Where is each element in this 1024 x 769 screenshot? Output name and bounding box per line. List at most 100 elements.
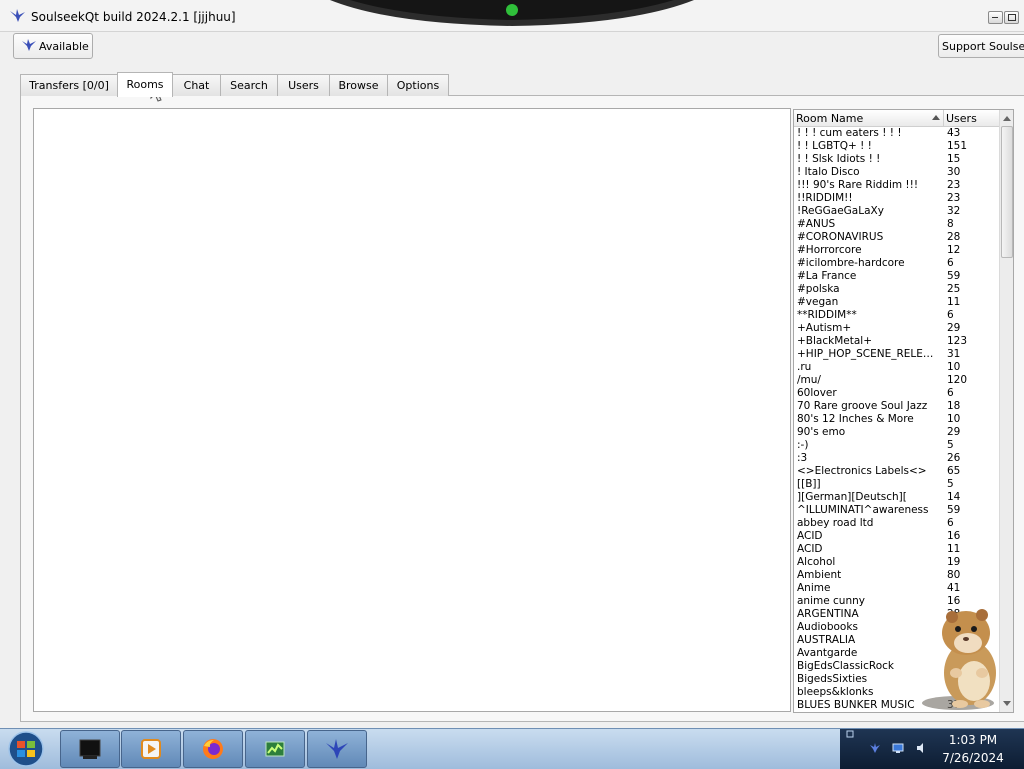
room-row[interactable]: +HIP_HOP_SCENE_RELEAS... 31 — [794, 348, 999, 361]
room-row[interactable]: 60lover 6 — [794, 387, 999, 400]
tab-transfers[interactable]: Transfers [0/0] — [20, 74, 118, 96]
room-row[interactable]: ^ILLUMINATI^awareness 59 — [794, 504, 999, 517]
taskbar-app-soulseek[interactable] — [307, 730, 367, 768]
room-name-cell: <>Electronics Labels<> — [797, 465, 927, 477]
hamster-desktop-pet-icon — [922, 609, 996, 710]
room-name-cell: 60lover — [797, 387, 837, 399]
room-users-cell: 5 — [947, 439, 954, 451]
tab-users[interactable]: Users — [277, 74, 330, 96]
room-row[interactable]: #ANUS 8 — [794, 218, 999, 231]
room-row[interactable]: #polska 25 — [794, 283, 999, 296]
taskbar-app-firefox[interactable] — [183, 730, 243, 768]
room-row[interactable]: 80's 12 Inches & More 10 — [794, 413, 999, 426]
room-users-cell: 23 — [947, 179, 961, 191]
room-name-cell: :3 — [797, 452, 808, 464]
room-row[interactable]: ][German][Deutsch][14 — [794, 491, 999, 504]
volume-icon[interactable] — [916, 742, 928, 754]
room-row[interactable]: <>Electronics Labels<> 65 — [794, 465, 999, 478]
room-row[interactable]: !ReGGaeGaLaXy 32 — [794, 205, 999, 218]
tab-options[interactable]: Options — [387, 74, 449, 96]
start-button-icon[interactable] — [5, 730, 47, 768]
room-row[interactable]: :-) 5 — [794, 439, 999, 452]
room-row[interactable]: #La France 59 — [794, 270, 999, 283]
support-soulseek-button[interactable]: Support Soulseek — [938, 34, 1024, 58]
room-users-cell: 80 — [947, 569, 961, 581]
room-row[interactable]: 90's emo 29 — [794, 426, 999, 439]
room-row[interactable]: #vegan 11 — [794, 296, 999, 309]
tab-chat[interactable]: Chat — [172, 74, 221, 96]
taskbar-app-media-player[interactable] — [121, 730, 181, 768]
clock-date[interactable]: 7/26/2024 — [930, 751, 1016, 765]
room-users-cell: 16 — [947, 530, 961, 542]
room-name-cell: ! Italo Disco — [797, 166, 860, 178]
room-row[interactable]: ! ! LGBTQ+ ! ! 151 — [794, 140, 999, 153]
room-users-cell: 18 — [947, 400, 961, 412]
room-name-cell: #polska — [797, 283, 840, 295]
room-row[interactable]: #Horrorcore 12 — [794, 244, 999, 257]
room-chat-area[interactable] — [33, 108, 791, 712]
room-row[interactable]: [[B]] 5 — [794, 478, 999, 491]
tab-rooms[interactable]: Rooms — [117, 72, 173, 97]
room-row[interactable]: abbey road ltd 6 — [794, 517, 999, 530]
room-row[interactable]: +BlackMetal+ 123 — [794, 335, 999, 348]
tab-browse[interactable]: Browse — [329, 74, 388, 96]
room-row[interactable]: !!RIDDIM!! 23 — [794, 192, 999, 205]
status-label: Available — [39, 40, 89, 53]
room-row[interactable]: **RIDDIM** 6 — [794, 309, 999, 322]
room-row[interactable]: .ru 10 — [794, 361, 999, 374]
network-icon[interactable] — [892, 742, 904, 754]
room-users-cell: 11 — [947, 543, 961, 555]
room-row[interactable]: 70 Rare groove Soul Jazz 18 — [794, 400, 999, 413]
tray-app-icon[interactable] — [869, 742, 881, 754]
tab-search[interactable]: Search — [220, 74, 278, 96]
room-users-cell: 6 — [947, 257, 954, 269]
room-users-cell: 29 — [947, 426, 961, 438]
room-row[interactable]: Ambient 80 — [794, 569, 999, 582]
room-row[interactable]: Alcohol 19 — [794, 556, 999, 569]
maximize-button[interactable] — [1004, 11, 1019, 24]
room-users-cell: 65 — [947, 465, 961, 477]
room-name-cell: !ReGGaeGaLaXy — [797, 205, 884, 217]
column-header-room-name[interactable]: Room Name — [794, 110, 944, 126]
room-row[interactable]: Anime 41 — [794, 582, 999, 595]
room-row[interactable]: +Autism+ 29 — [794, 322, 999, 335]
taskbar-app-task-manager[interactable] — [245, 730, 305, 768]
room-name-cell: /mu/ — [797, 374, 821, 386]
room-row[interactable]: !!! 90's Rare Riddim !!! 23 — [794, 179, 999, 192]
clock-time[interactable]: 1:03 PM — [930, 733, 1016, 747]
firefox-icon — [203, 739, 223, 759]
room-users-cell: 28 — [947, 231, 961, 243]
minimize-button[interactable] — [988, 11, 1003, 24]
media-player-icon — [141, 739, 161, 759]
room-users-cell: 26 — [947, 452, 961, 464]
room-row[interactable]: ACID 16 — [794, 530, 999, 543]
status-button[interactable]: Available — [13, 33, 93, 59]
room-row[interactable]: ACID 11 — [794, 543, 999, 556]
room-row[interactable]: ! ! Slsk Idiots ! ! 15 — [794, 153, 999, 166]
room-row[interactable]: ! Italo Disco 30 — [794, 166, 999, 179]
room-name-cell: #CORONAVIRUS — [797, 231, 884, 243]
room-row[interactable]: #CORONAVIRUS 28 — [794, 231, 999, 244]
scrollbar-thumb[interactable] — [1001, 126, 1013, 258]
room-name-cell: ! ! Slsk Idiots ! ! — [797, 153, 881, 165]
bird-status-icon — [22, 39, 36, 51]
tray-expand-icon[interactable] — [846, 730, 854, 738]
taskbar-app-terminal[interactable] — [60, 730, 120, 768]
room-users-cell: 41 — [947, 582, 961, 594]
column-header-users[interactable]: Users — [945, 110, 999, 126]
room-name-cell: #vegan — [797, 296, 839, 308]
room-name-cell: +Autism+ — [797, 322, 852, 334]
room-name-cell: !!RIDDIM!! — [797, 192, 853, 204]
room-users-cell: 30 — [947, 166, 961, 178]
room-row[interactable]: #icilombre-hardcore 6 — [794, 257, 999, 270]
room-row[interactable]: ! ! ! cum eaters ! ! ! 43 — [794, 127, 999, 140]
room-name-cell: **RIDDIM** — [797, 309, 857, 321]
room-users-cell: 23 — [947, 192, 961, 204]
room-row[interactable]: :3 26 — [794, 452, 999, 465]
main-tab-bar: Transfers [0/0] Rooms Chat Search Users … — [20, 72, 460, 97]
scroll-up-arrow-icon[interactable] — [1000, 110, 1013, 126]
room-users-cell: 43 — [947, 127, 961, 139]
room-users-cell: 25 — [947, 283, 961, 295]
room-row[interactable]: /mu/120 — [794, 374, 999, 387]
room-name-cell: 70 Rare groove Soul Jazz — [797, 400, 928, 412]
